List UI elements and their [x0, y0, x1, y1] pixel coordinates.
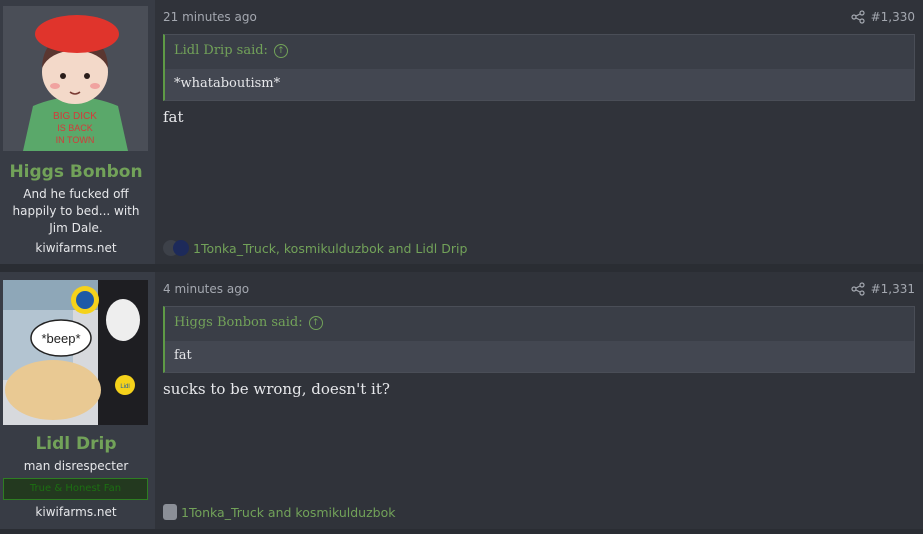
reaction-icon	[173, 240, 189, 256]
post-main: 21 minutes ago #1,330 Lidl Drip said: ↑ *…	[155, 0, 923, 264]
user-title: And he fucked off happily to bed... with…	[12, 187, 140, 235]
reactions-list[interactable]: 1Tonka_Truck, kosmikulduzbok and Lidl Dr…	[193, 241, 467, 256]
username[interactable]: Higgs Bonbon	[0, 162, 152, 182]
share-icon[interactable]	[851, 9, 865, 24]
post-number[interactable]: #1,330	[871, 10, 915, 24]
avatar-caption: *beep*	[41, 331, 80, 346]
post-number[interactable]: #1,331	[871, 282, 915, 296]
user-site: kiwifarms.net	[35, 241, 117, 255]
share-icon[interactable]	[851, 281, 865, 296]
quote-block: Higgs Bonbon said: ↑ fat	[163, 306, 915, 373]
post: *beep* Lidl Lidl Drip man disrespecter T…	[0, 272, 923, 529]
post-body: sucks to be wrong, doesn't it?	[163, 380, 390, 398]
quote-author[interactable]: Lidl Drip said:	[174, 43, 268, 58]
quote-text: *whataboutism*	[165, 69, 914, 100]
avatar[interactable]: BIG DICK IS BACK IN TOWN	[3, 6, 148, 151]
post-time[interactable]: 21 minutes ago	[163, 10, 257, 24]
reaction-icon	[163, 504, 177, 520]
quote-header[interactable]: Lidl Drip said: ↑	[165, 35, 914, 69]
user-site: kiwifarms.net	[35, 505, 117, 519]
svg-text:IN TOWN: IN TOWN	[56, 135, 95, 145]
user-banner: True & Honest Fan	[3, 478, 148, 500]
avatar-logo: Lidl	[120, 384, 129, 390]
reactions-list[interactable]: 1Tonka_Truck and kosmikulduzbok	[181, 505, 396, 520]
svg-text:IS BACK: IS BACK	[57, 123, 93, 133]
quote-text: fat	[165, 341, 914, 372]
quote-up-arrow-icon[interactable]: ↑	[273, 44, 288, 58]
quote-up-arrow-icon[interactable]: ↑	[308, 316, 323, 330]
post-sidebar: *beep* Lidl Lidl Drip man disrespecter T…	[0, 272, 155, 529]
username[interactable]: Lidl Drip	[0, 434, 152, 454]
quote-author[interactable]: Higgs Bonbon said:	[174, 315, 303, 330]
post-body: fat	[163, 108, 184, 126]
svg-text:BIG DICK: BIG DICK	[53, 111, 97, 122]
post-time[interactable]: 4 minutes ago	[163, 282, 249, 296]
quote-block: Lidl Drip said: ↑ *whataboutism*	[163, 34, 915, 101]
user-title: man disrespecter	[23, 459, 129, 473]
post: BIG DICK IS BACK IN TOWN Higgs Bonbon An…	[0, 0, 923, 264]
post-sidebar: BIG DICK IS BACK IN TOWN Higgs Bonbon An…	[0, 0, 155, 264]
reactions-bar[interactable]: 1Tonka_Truck and kosmikulduzbok	[163, 504, 396, 520]
reactions-bar[interactable]: 1Tonka_Truck, kosmikulduzbok and Lidl Dr…	[163, 240, 467, 256]
quote-header[interactable]: Higgs Bonbon said: ↑	[165, 307, 914, 341]
post-main: 4 minutes ago #1,331 Higgs Bonbon said: ↑…	[155, 272, 923, 529]
avatar[interactable]: *beep* Lidl	[3, 280, 148, 425]
